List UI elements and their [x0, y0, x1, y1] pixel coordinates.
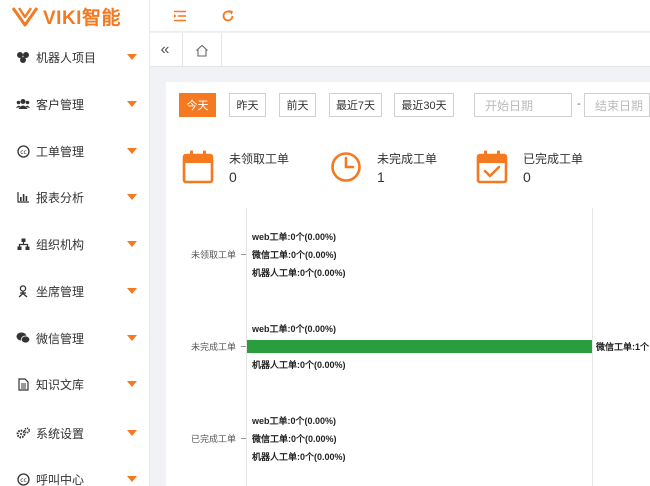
- calendar-check-icon: [476, 150, 508, 184]
- sidebar-item-wechat[interactable]: 微信管理: [0, 323, 150, 353]
- sidebar-item-label: 机器人项目: [36, 50, 97, 65]
- ticket-chart: 未领取工单 web工单:0个(0.00%) 微信工单:0个(0.00%) 机器人工单:…: [166, 208, 650, 486]
- dashboard-panel: 今天 昨天 前天 最近7天 最近30天 开始日期 - 结束日期 未领取工单 0 …: [166, 82, 650, 486]
- filter-last-7-days-button[interactable]: 最近7天: [329, 93, 382, 117]
- chart-axis-tick: [241, 254, 246, 255]
- tabs-bar: «: [150, 33, 650, 67]
- caret-down-icon: [127, 54, 137, 60]
- sidebar-item-label: 呼叫中心: [36, 472, 85, 486]
- refresh-icon[interactable]: [219, 7, 237, 25]
- stat-completed-tickets: 已完成工单 0: [476, 148, 596, 188]
- stat-label: 未领取工单: [229, 152, 290, 166]
- brand-logo[interactable]: VIKI智能: [0, 0, 149, 32]
- chart-category-label: 未领取工单: [190, 250, 236, 260]
- clock-icon: [331, 152, 361, 182]
- collapse-tabs-button[interactable]: «: [154, 40, 176, 60]
- svg-text:cc: cc: [20, 148, 27, 155]
- sidebar-item-robot-projects[interactable]: 机器人项目: [0, 42, 150, 72]
- end-date-input[interactable]: 结束日期: [584, 93, 650, 117]
- caret-down-icon: [127, 476, 137, 482]
- chart-axis-tick: [241, 438, 246, 439]
- call-center-icon: cc: [16, 472, 30, 486]
- sidebar-item-label: 报表分析: [36, 190, 85, 205]
- agent-icon: [16, 284, 30, 298]
- chart-data-label: 机器人工单:0个(0.00%): [252, 268, 346, 278]
- chart-category-label: 已完成工单: [190, 434, 236, 444]
- top-toolbar: [150, 0, 650, 32]
- users-icon: [16, 97, 30, 111]
- sidebar-item-agents[interactable]: 坐席管理: [0, 276, 150, 306]
- menu-toggle-icon[interactable]: [171, 7, 189, 25]
- caret-down-icon: [127, 148, 137, 154]
- filter-yesterday-button[interactable]: 昨天: [229, 93, 266, 117]
- home-icon: [196, 44, 208, 57]
- sidebar-item-call-center[interactable]: cc 呼叫中心: [0, 464, 150, 486]
- sidebar-item-label: 微信管理: [36, 331, 85, 346]
- chart-data-label: 微信工单:0个(0.00%): [252, 434, 337, 444]
- chart-bar[interactable]: [247, 340, 592, 353]
- filter-today-button[interactable]: 今天: [179, 93, 216, 117]
- ticket-icon: cc: [16, 144, 30, 158]
- sidebar-item-tickets[interactable]: cc 工单管理: [0, 136, 150, 166]
- chart-data-label: 机器人工单:0个(0.00%): [252, 452, 346, 462]
- stat-value: 0: [229, 169, 237, 185]
- caret-down-icon: [127, 430, 137, 436]
- chart-data-label: 微信工单:0个(0.00%): [252, 250, 337, 260]
- stat-label: 已完成工单: [523, 152, 584, 166]
- chart-data-label: web工单:0个(0.00%): [252, 416, 337, 426]
- chart-data-label: 微信工单:1个: [596, 342, 650, 352]
- caret-down-icon: [127, 241, 137, 247]
- bar-chart-icon: [16, 190, 30, 204]
- filter-last-30-days-button[interactable]: 最近30天: [394, 93, 454, 117]
- sidebar-item-label: 坐席管理: [36, 284, 85, 299]
- chart-category-label: 未完成工单: [190, 342, 236, 352]
- sidebar-item-label: 组织机构: [36, 237, 85, 252]
- sidebar-item-label: 知识文库: [36, 377, 85, 392]
- chart-data-label: web工单:0个(0.00%): [252, 232, 337, 242]
- sidebar-item-label: 系统设置: [36, 426, 85, 441]
- sidebar-item-knowledge-base[interactable]: 知识文库: [0, 369, 150, 399]
- filter-day-before-button[interactable]: 前天: [279, 93, 316, 117]
- sidebar-item-label: 工单管理: [36, 144, 85, 159]
- sidebar-item-reports[interactable]: 报表分析: [0, 182, 150, 212]
- calendar-icon: [182, 150, 214, 184]
- stat-value: 0: [523, 169, 531, 185]
- caret-down-icon: [127, 101, 137, 107]
- caret-down-icon: [127, 288, 137, 294]
- stat-incomplete-tickets: 未完成工单 1: [330, 148, 450, 188]
- robot-icon: [16, 50, 30, 64]
- sitemap-icon: [16, 237, 30, 251]
- sidebar-item-label: 客户管理: [36, 97, 85, 112]
- stat-label: 未完成工单: [377, 152, 438, 166]
- brand-name: VIKI智能: [43, 7, 121, 29]
- chart-axis-tick: [241, 346, 246, 347]
- caret-down-icon: [127, 335, 137, 341]
- tab-home[interactable]: [182, 33, 222, 67]
- sidebar-item-customers[interactable]: 客户管理: [0, 89, 150, 119]
- sidebar: VIKI智能 机器人项目 客户管理 cc 工单管理 报表分析 组织机构 坐席管理…: [0, 0, 150, 486]
- start-date-input[interactable]: 开始日期: [474, 93, 572, 117]
- caret-down-icon: [127, 381, 137, 387]
- chart-data-label: 机器人工单:0个(0.00%): [252, 360, 346, 370]
- caret-down-icon: [127, 194, 137, 200]
- chart-grid-line: [592, 208, 593, 486]
- chart-data-label: web工单:0个(0.00%): [252, 324, 337, 334]
- date-range-separator: -: [577, 98, 581, 110]
- stat-unclaimed-tickets: 未领取工单 0: [182, 148, 302, 188]
- sidebar-item-system-settings[interactable]: 系统设置: [0, 418, 150, 448]
- stat-value: 1: [377, 169, 385, 185]
- viki-logo-icon: [12, 7, 38, 27]
- sidebar-item-organization[interactable]: 组织机构: [0, 229, 150, 259]
- wechat-icon: [16, 331, 30, 345]
- gears-icon: [16, 426, 30, 440]
- document-icon: [16, 377, 30, 391]
- svg-text:cc: cc: [20, 476, 27, 483]
